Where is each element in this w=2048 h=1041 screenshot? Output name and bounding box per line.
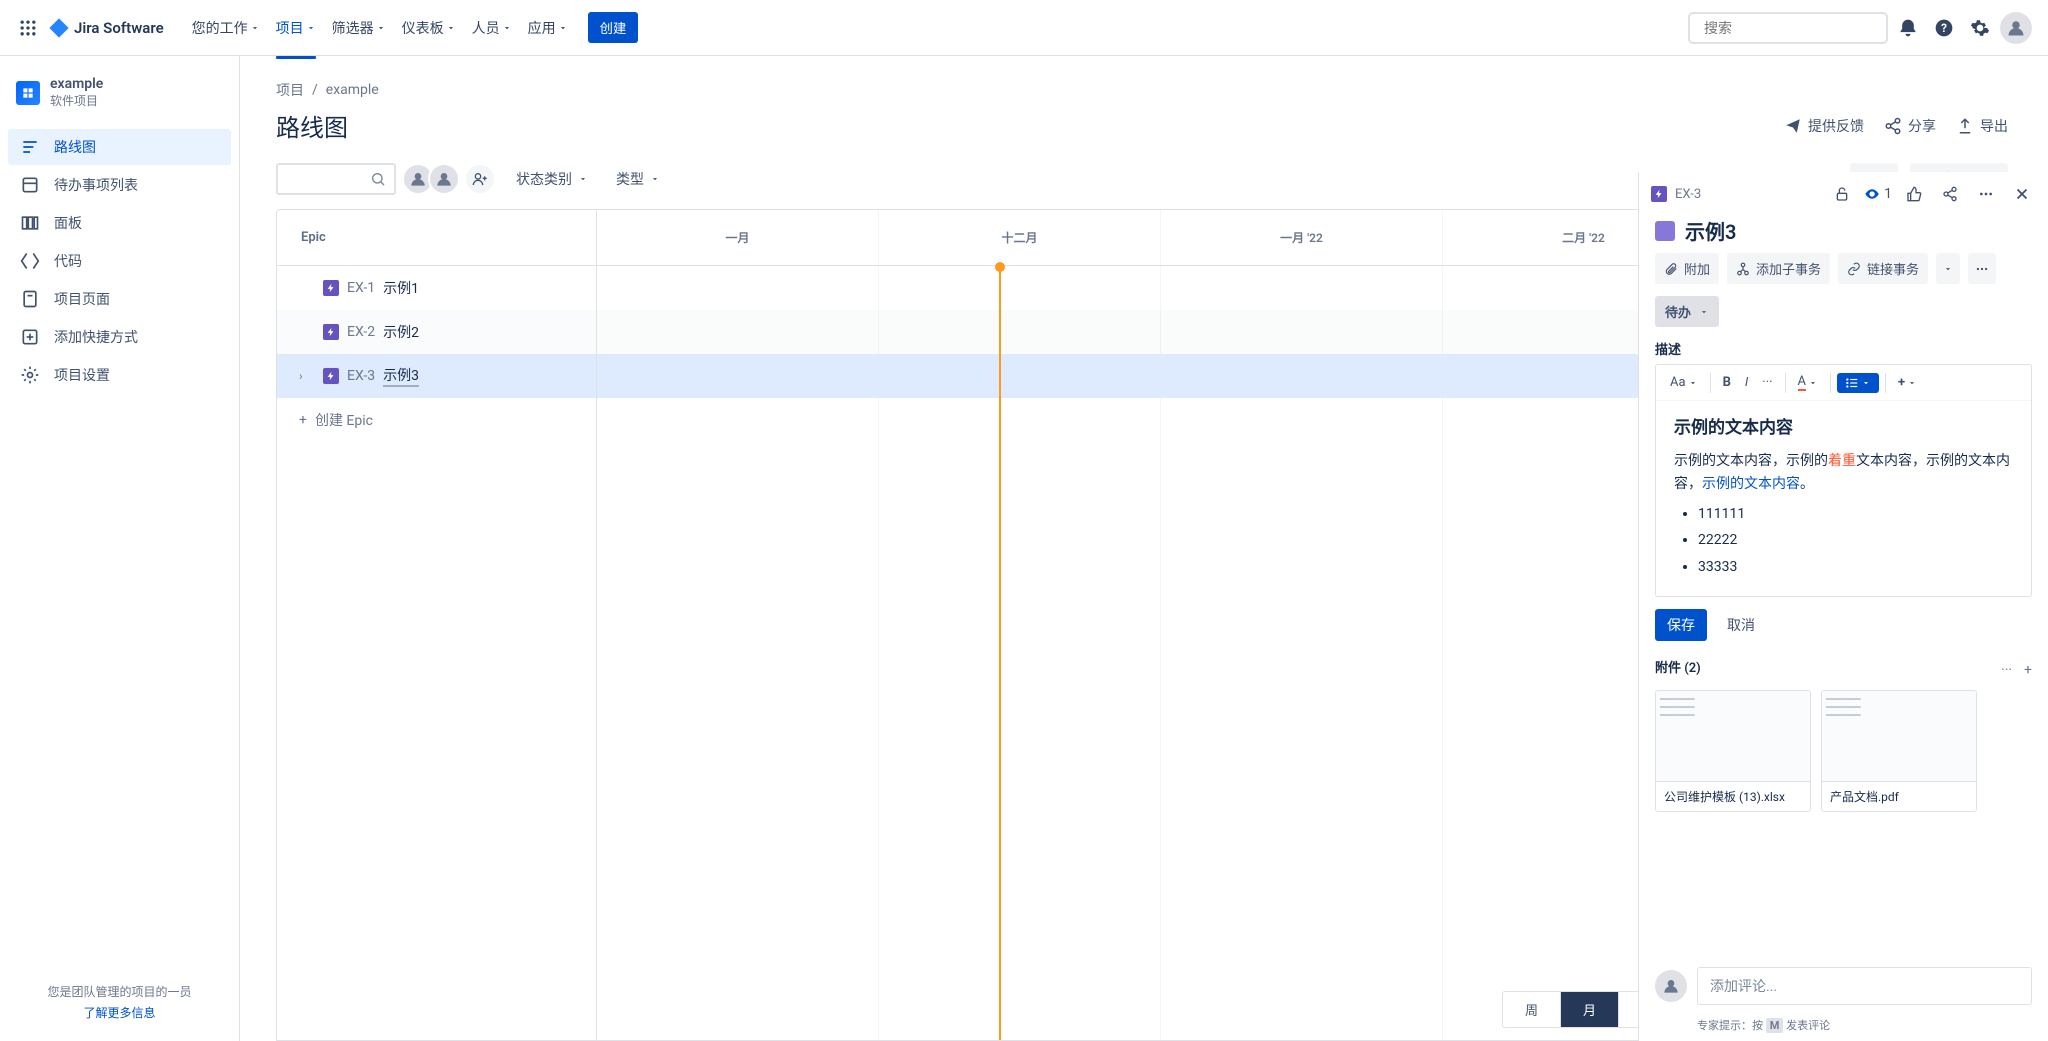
comment-hint: 专家提示：按 M 发表评论 <box>1639 1017 2048 1041</box>
export-button[interactable]: 导出 <box>1956 116 2008 136</box>
settings-icon[interactable] <box>1964 12 1996 44</box>
attachments-label: 附件 (2) <box>1655 657 1701 676</box>
bold-button[interactable]: B <box>1717 372 1737 393</box>
project-header[interactable]: example 软件项目 <box>0 56 239 121</box>
more-format-button[interactable]: ··· <box>1756 372 1778 393</box>
create-button[interactable]: 创建 <box>588 12 639 43</box>
status-filter[interactable]: 状态类别 <box>508 163 596 195</box>
help-icon[interactable]: ? <box>1928 12 1960 44</box>
sidebar: example 软件项目 路线图待办事项列表面板代码项目页面添加快捷方式项目设置… <box>0 56 240 1041</box>
issue-detail-panel: EX-3 1 示例3 附加 添加子事务 链接事务 待办 描述 Aa <box>1638 172 2048 1041</box>
breadcrumb-root[interactable]: 项目 <box>276 80 304 100</box>
sidebar-item-4[interactable]: 项目页面 <box>8 281 231 317</box>
sidebar-footer: 您是团队管理的项目的一员 了解更多信息 <box>0 966 239 1041</box>
attachment-card[interactable]: ═════════════════════产品文档.pdf <box>1821 690 1977 812</box>
insert-button[interactable]: + <box>1892 372 1923 393</box>
zoom-month[interactable]: 月 <box>1561 992 1619 1027</box>
nav-您的工作[interactable]: 您的工作 <box>184 14 268 42</box>
epic-type-icon <box>1651 186 1667 202</box>
project-name: example <box>50 76 103 92</box>
app-switcher-icon[interactable] <box>16 16 40 40</box>
comment-avatar <box>1655 970 1687 1002</box>
jira-logo[interactable]: Jira Software <box>48 17 164 39</box>
today-marker <box>999 266 1001 1040</box>
sidebar-item-2[interactable]: 面板 <box>8 205 231 241</box>
description-label: 描述 <box>1655 339 2032 358</box>
list-button[interactable] <box>1837 373 1879 393</box>
link-dropdown-icon[interactable] <box>1936 253 1960 284</box>
cancel-button[interactable]: 取消 <box>1715 609 1767 641</box>
logo-text: Jira Software <box>74 19 164 37</box>
share-icon[interactable] <box>1936 180 1964 208</box>
nav-仪表板[interactable]: 仪表板 <box>394 14 464 42</box>
top-nav: Jira Software 您的工作项目筛选器仪表板人员应用 创建 ? <box>0 0 2048 56</box>
editor-toolbar: Aa B I ··· A + <box>1656 365 2031 401</box>
status-dropdown[interactable]: 待办 <box>1655 296 1719 327</box>
comment-section: 添加评论... <box>1639 955 2048 1017</box>
attach-button[interactable]: 附加 <box>1655 253 1719 284</box>
issue-key[interactable]: EX-3 <box>1675 187 1820 202</box>
nav-筛选器[interactable]: 筛选器 <box>324 14 394 42</box>
italic-button[interactable]: I <box>1739 372 1754 393</box>
add-attachment-icon[interactable]: + <box>2024 662 2032 678</box>
add-child-button[interactable]: 添加子事务 <box>1727 253 1830 284</box>
like-icon[interactable] <box>1900 180 1928 208</box>
breadcrumb-item[interactable]: example <box>326 82 379 98</box>
text-style-button[interactable]: Aa <box>1664 372 1704 393</box>
link-issue-button[interactable]: 链接事务 <box>1838 253 1928 284</box>
lock-icon[interactable] <box>1828 180 1856 208</box>
attachment-card[interactable]: ═════════════════════公司维护模板 (13).xlsx <box>1655 690 1811 812</box>
epic-column-header: Epic <box>277 210 597 265</box>
watch-button[interactable]: 1 <box>1864 180 1892 208</box>
comment-input[interactable]: 添加评论... <box>1697 967 2032 1005</box>
nav-人员[interactable]: 人员 <box>464 14 520 42</box>
nav-应用[interactable]: 应用 <box>520 14 576 42</box>
editor-content[interactable]: 示例的文本内容 示例的文本内容，示例的着重文本内容，示例的文本内容，示例的文本内… <box>1656 401 2031 596</box>
sidebar-item-5[interactable]: 添加快捷方式 <box>8 319 231 355</box>
global-search[interactable] <box>1688 12 1888 44</box>
more-actions-icon[interactable] <box>1968 253 1996 284</box>
sidebar-item-1[interactable]: 待办事项列表 <box>8 167 231 203</box>
learn-more-link[interactable]: 了解更多信息 <box>83 1006 155 1020</box>
month-header: 一月 <box>597 210 879 265</box>
project-type: 软件项目 <box>50 92 103 109</box>
epic-search[interactable] <box>276 163 396 195</box>
attachments-more-icon[interactable]: ··· <box>2001 662 2012 678</box>
create-epic-button[interactable]: +创建 Epic <box>277 398 596 442</box>
svg-text:?: ? <box>1941 21 1947 35</box>
description-editor[interactable]: Aa B I ··· A + 示例的文本内容 示例的文本内容，示例的着重文本内容… <box>1655 364 2032 597</box>
project-avatar <box>16 81 40 105</box>
page-title: 路线图 <box>276 108 348 143</box>
feedback-button[interactable]: 提供反馈 <box>1784 116 1864 136</box>
sidebar-item-3[interactable]: 代码 <box>8 243 231 279</box>
more-icon[interactable] <box>1972 180 2000 208</box>
notifications-icon[interactable] <box>1892 12 1924 44</box>
epic-row-EX-1[interactable]: EX-1示例1 <box>277 266 596 310</box>
zoom-week[interactable]: 周 <box>1503 992 1561 1027</box>
save-button[interactable]: 保存 <box>1655 609 1707 641</box>
epic-row-EX-2[interactable]: EX-2示例2 <box>277 310 596 354</box>
share-button[interactable]: 分享 <box>1884 116 1936 136</box>
avatar-2[interactable] <box>428 163 460 195</box>
breadcrumb: 项目 / example <box>276 80 2008 100</box>
issue-title[interactable]: 示例3 <box>1685 216 1736 245</box>
month-header: 一月 '22 <box>1161 210 1443 265</box>
expand-icon[interactable]: › <box>299 369 315 383</box>
profile-avatar[interactable] <box>2000 12 2032 44</box>
close-icon[interactable] <box>2008 180 2036 208</box>
text-color-button[interactable]: A <box>1792 371 1824 394</box>
epic-color-swatch[interactable] <box>1655 221 1675 241</box>
epic-row-EX-3[interactable]: ›EX-3示例3 <box>277 354 596 398</box>
nav-项目[interactable]: 项目 <box>268 14 324 42</box>
add-people-icon[interactable] <box>464 163 496 195</box>
type-filter[interactable]: 类型 <box>608 163 668 195</box>
sidebar-item-6[interactable]: 项目设置 <box>8 357 231 393</box>
search-input[interactable] <box>1704 20 1885 36</box>
assignee-filter <box>408 163 496 195</box>
sidebar-item-0[interactable]: 路线图 <box>8 129 231 165</box>
month-header: 十二月 <box>879 210 1161 265</box>
footer-text: 您是团队管理的项目的一员 <box>16 982 223 1004</box>
